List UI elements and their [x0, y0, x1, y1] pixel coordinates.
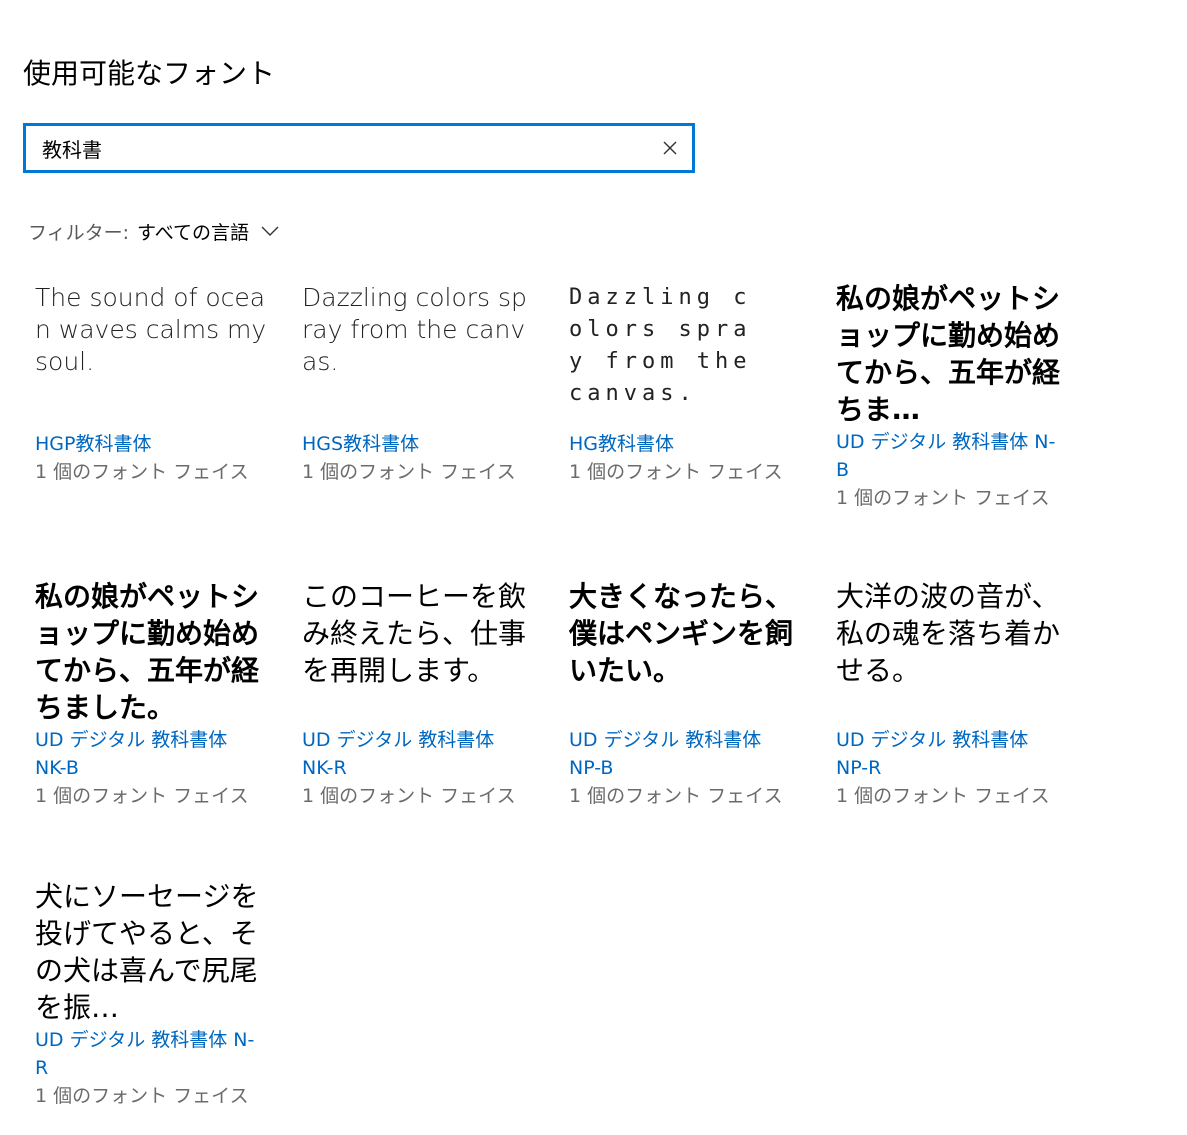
font-preview: このコーヒーを飲み終えたら、仕事を再開します。	[302, 580, 527, 687]
font-name[interactable]: UD デジタル 教科書体 N-R	[35, 1026, 263, 1082]
font-face-count: 1 個のフォント フェイス	[35, 785, 249, 807]
font-preview: 大きくなったら、僕はペンギンを飼いたい。	[569, 580, 794, 687]
font-card-ud-n-b[interactable]: 私の娘がペットショップに勤め始めてから、五年が経ちま… UD デジタル 教科書体…	[836, 280, 1064, 512]
font-preview: 私の娘がペットショップに勤め始めてから、五年が経ちま…	[836, 282, 1061, 426]
font-face-count: 1 個のフォント フェイス	[35, 1085, 249, 1107]
font-preview: 私の娘がペットショップに勤め始めてから、五年が経ちました。	[35, 580, 260, 724]
font-card-ud-nk-b[interactable]: 私の娘がペットショップに勤め始めてから、五年が経ちました。 UD デジタル 教科…	[35, 578, 271, 810]
font-face-count: 1 個のフォント フェイス	[302, 785, 516, 807]
font-preview: 犬にソーセージを投げてやると、その犬は喜んで尻尾を振…	[35, 880, 259, 1024]
font-name[interactable]: UD デジタル 教科書体 NP-R	[836, 726, 1036, 782]
font-name[interactable]: HG教科書体	[569, 430, 769, 458]
search-input[interactable]	[42, 126, 642, 170]
font-name[interactable]: UD デジタル 教科書体 NK-R	[302, 726, 502, 782]
font-card-ud-n-r[interactable]: 犬にソーセージを投げてやると、その犬は喜んで尻尾を振… UD デジタル 教科書体…	[35, 878, 263, 1110]
chevron-down-icon[interactable]	[261, 225, 279, 237]
page-title: 使用可能なフォント	[23, 57, 276, 90]
clear-search-button[interactable]	[656, 134, 684, 162]
language-filter[interactable]: フィルター: すべての言語	[28, 214, 279, 248]
font-face-count: 1 個のフォント フェイス	[836, 487, 1050, 509]
font-card-hgp-kyokasho[interactable]: The sound of ocean waves calms my soul. …	[35, 282, 267, 486]
font-card-ud-np-b[interactable]: 大きくなったら、僕はペンギンを飼いたい。 UD デジタル 教科書体 NP-B 1…	[569, 578, 805, 810]
font-face-count: 1 個のフォント フェイス	[836, 785, 1050, 807]
font-preview: 大洋の波の音が、私の魂を落ち着かせる。	[836, 580, 1061, 687]
filter-label: フィルター:	[28, 221, 130, 244]
font-card-hg-kyokasho[interactable]: Dazzling colors spray from the canvas. H…	[569, 282, 783, 486]
font-preview: Dazzling colors spray from the canvas.	[569, 285, 752, 406]
font-preview: Dazzling colors spray from the canvas.	[302, 283, 527, 376]
filter-value[interactable]: すべての言語	[137, 218, 249, 245]
font-card-ud-np-r[interactable]: 大洋の波の音が、私の魂を落ち着かせる。 UD デジタル 教科書体 NP-R 1 …	[836, 578, 1072, 810]
font-face-count: 1 個のフォント フェイス	[35, 461, 249, 483]
font-name[interactable]: HGP教科書体	[35, 430, 267, 458]
font-face-count: 1 個のフォント フェイス	[569, 461, 783, 483]
search-box[interactable]	[23, 123, 695, 173]
fonts-page: 使用可能なフォント フィルター: すべての言語 The sound of oce…	[0, 0, 1187, 1135]
font-card-hgs-kyokasho[interactable]: Dazzling colors spray from the canvas. H…	[302, 282, 534, 486]
font-name[interactable]: UD デジタル 教科書体 NK-B	[35, 726, 235, 782]
font-name[interactable]: UD デジタル 教科書体 N-B	[836, 428, 1064, 484]
font-face-count: 1 個のフォント フェイス	[302, 461, 516, 483]
font-name[interactable]: UD デジタル 教科書体 NP-B	[569, 726, 769, 782]
font-card-ud-nk-r[interactable]: このコーヒーを飲み終えたら、仕事を再開します。 UD デジタル 教科書体 NK-…	[302, 578, 538, 810]
font-face-count: 1 個のフォント フェイス	[569, 785, 783, 807]
close-icon	[663, 141, 677, 155]
font-name[interactable]: HGS教科書体	[302, 430, 534, 458]
font-preview: The sound of ocean waves calms my soul.	[35, 283, 267, 376]
